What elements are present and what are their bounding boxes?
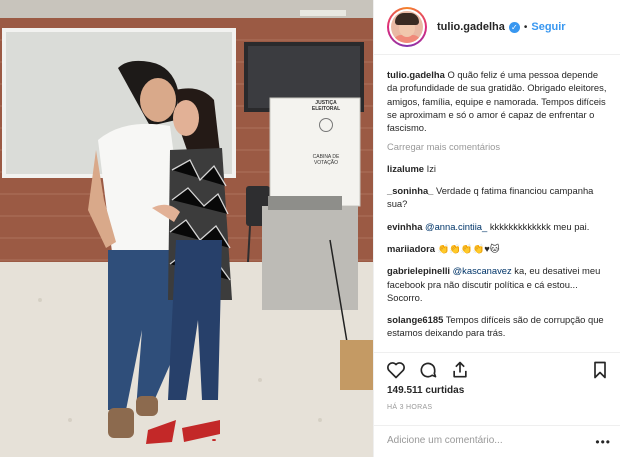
comment-username[interactable]: _soninha_ (387, 185, 433, 196)
load-more-comments-link[interactable]: Carregar mais comentários (387, 140, 609, 153)
post-photo[interactable]: JUSTIÇA ELEITORAL CABINA DE VOTAÇÃO (0, 0, 373, 457)
more-options-icon[interactable]: ••• (595, 435, 611, 449)
instagram-post: JUSTIÇA ELEITORAL CABINA DE VOTAÇÃO tuli… (0, 0, 620, 457)
heart-icon[interactable] (386, 360, 406, 380)
comment-item: _soninha_ Verdade q fatima financiou cam… (387, 184, 609, 211)
action-bar (374, 352, 620, 382)
comment-text: Izi (426, 162, 436, 174)
add-comment-bar: Adicione um comentário... ••• (374, 425, 620, 457)
caption-username[interactable]: tulio.gadelha (387, 69, 445, 80)
header-username[interactable]: tulio.gadelha (437, 21, 505, 33)
booth-sub-line2: VOTAÇÃO (313, 160, 339, 166)
post-timestamp[interactable]: HÁ 3 HORAS (387, 404, 432, 411)
post-caption: tulio.gadelha O quão feliz é uma pessoa … (387, 68, 609, 134)
comment-username[interactable]: solange6185 (387, 314, 443, 325)
post-header: tulio.gadelha ✓ • Seguir (374, 0, 620, 55)
comment-mention-link[interactable]: @anna.cintiia_ (425, 221, 487, 232)
likes-label: curtidas (425, 385, 465, 396)
likes-count[interactable]: 149.511 curtidas (387, 385, 464, 396)
bookmark-icon[interactable] (590, 360, 610, 380)
comment-item: lizalume Izi (387, 162, 609, 175)
photo-illustration (0, 0, 373, 457)
comment-username[interactable]: lizalume (387, 163, 424, 174)
booth-title-line2: ELEITORAL (311, 106, 341, 112)
comment-item: solange6185 Tempos difíceis são de corru… (387, 313, 609, 340)
add-comment-input[interactable]: Adicione um comentário... (387, 435, 503, 446)
follow-button[interactable]: Seguir (531, 21, 565, 33)
comment-text: kkkkkkkkkkkkk meu pai. (489, 220, 590, 232)
post-sidebar: tulio.gadelha ✓ • Seguir tulio.gadelha O… (373, 0, 620, 457)
verified-badge-icon: ✓ (508, 21, 520, 33)
comment-username[interactable]: mariiadora (387, 243, 435, 254)
likes-number: 149.511 (387, 385, 423, 396)
comment-icon[interactable] (418, 360, 438, 380)
comments-list: tulio.gadelha O quão feliz é uma pessoa … (387, 68, 609, 349)
share-icon[interactable] (450, 360, 470, 380)
comment-item: gabrielepinelli @kascanavez ka, eu desat… (387, 264, 609, 304)
comment-item: evinhha @anna.cintiia_ kkkkkkkkkkkkk meu… (387, 220, 609, 233)
comment-username[interactable]: gabrielepinelli (387, 265, 450, 276)
avatar[interactable] (387, 7, 427, 47)
comment-username[interactable]: evinhha (387, 221, 422, 232)
comment-text: 👏👏👏👏♥🐱 (437, 242, 500, 254)
comment-mention-link[interactable]: @kascanavez (453, 265, 512, 276)
header-separator: • (523, 21, 528, 33)
brasao-icon (319, 118, 333, 132)
booth-label: JUSTIÇA ELEITORAL CABINA DE VOTAÇÃO (302, 100, 350, 166)
comment-item: mariiadora 👏👏👏👏♥🐱 (387, 242, 609, 255)
